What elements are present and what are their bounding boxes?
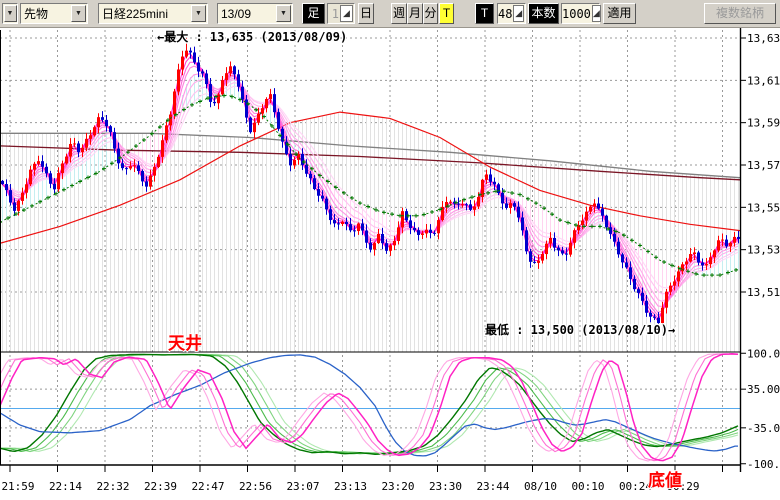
bottom-label: 底値 [648,470,682,491]
price-axis-label: 13,515 [747,286,780,299]
dropdown-arrow-icon: ▼ [191,5,206,22]
time-axis-label: 21:59 [1,480,34,493]
period-weekly-button[interactable]: 週 [391,3,407,24]
spin-icon[interactable]: ◢ [513,5,524,22]
dropdown-arrow-icon: ▼ [71,5,86,22]
tick-count-input[interactable]: 48 ◢ [497,3,526,24]
time-axis-label: 00:10 [571,480,604,493]
osc-axis-label: 35.00 [747,383,780,396]
time-axis-label: 22:47 [191,480,224,493]
price-axis-label: 13,535 [747,244,780,257]
count-toggle-button[interactable]: 本数 [528,3,559,24]
dropdown-arrow-icon: ▼ [4,5,17,22]
category-value: 先物 [21,5,71,22]
symbol-value: 日経225mini [99,5,191,22]
time-axis-label: 23:30 [429,480,462,493]
price-axis-label: 13,575 [747,159,780,172]
period-monthly-button[interactable]: 月 [407,3,423,24]
time-axis-label: 23:44 [476,480,509,493]
oscillator-layer [0,354,738,461]
min-price-annotation: 最低 : 13,500 (2013/08/10)→ [485,322,675,337]
price-axis-label: 13,595 [747,117,780,130]
period-minute-button[interactable]: 分 [423,3,438,24]
time-axis-label: 08/10 [524,480,557,493]
contract-combo[interactable]: 13/09 ▼ [217,3,293,24]
price-axis-label: 13,555 [747,201,780,214]
spin-icon[interactable]: ◢ [340,5,353,22]
bar-toggle-button[interactable]: 足 [302,3,325,24]
apply-button[interactable]: 適用 [603,3,636,24]
chart-canvas[interactable]: 13,635 13,615 13,595 13,575 13,555 13,535 13,5… [0,0,780,500]
time-axis-label: 22:56 [239,480,272,493]
osc-axis-label: 100.00 [747,347,780,360]
price-axis-label: 13,615 [747,74,780,87]
symbol-combo[interactable]: 日経225mini ▼ [98,3,208,24]
interval-value: 1 [328,7,340,21]
price-axis-label: 13,635 [747,32,780,45]
tick-toggle-button[interactable]: T [475,3,494,24]
dropdown-arrow-icon: ▼ [276,5,291,22]
toolbar: ▼ 先物 ▼ 日経225mini ▼ 13/09 ▼ 足 1 ◢ 日 週 月 分… [0,0,780,28]
mini-dropdown[interactable]: ▼ [2,3,18,24]
time-axis-label: 23:07 [286,480,319,493]
time-axis-label: 22:39 [144,480,177,493]
max-price-annotation: ←最大 : 13,635 (2013/08/09) [157,29,347,44]
period-daily-button[interactable]: 日 [358,3,374,24]
count-value: 1000 [562,7,592,21]
interval-input[interactable]: 1 ◢ [327,3,355,24]
category-combo[interactable]: 先物 ▼ [20,3,88,24]
multi-symbol-button[interactable]: 複数銘柄 [704,3,776,24]
spin-icon[interactable]: ◢ [592,5,601,22]
time-axis-label: 23:13 [334,480,367,493]
time-axis-label: 22:32 [96,480,129,493]
osc-axis-label: -100.00 [747,458,780,471]
period-tick-button[interactable]: T [439,3,454,24]
tick-count-value: 48 [498,7,513,21]
count-input[interactable]: 1000 ◢ [561,3,600,24]
time-axis-label: 22:14 [49,480,82,493]
chart-layers: 13,635 13,615 13,595 13,575 13,555 13,535 13,5… [0,28,780,493]
ceiling-label: 天井 [168,333,202,354]
osc-axis-label: -35.00 [747,422,780,435]
contract-value: 13/09 [218,7,276,21]
time-axis-label: 23:20 [381,480,414,493]
